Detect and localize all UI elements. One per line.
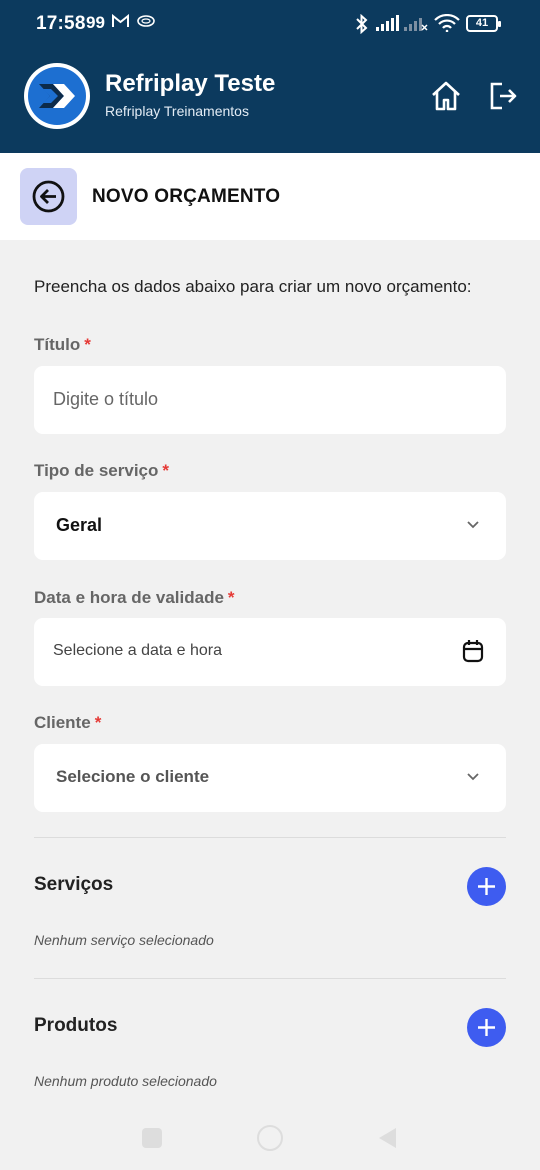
divider	[34, 837, 506, 838]
add-servico-button[interactable]	[467, 867, 506, 906]
validade-placeholder: Selecione a data e hora	[53, 642, 223, 659]
page-title: NOVO ORÇAMENTO	[92, 186, 281, 207]
tipo-value: Geral	[56, 515, 103, 535]
recents-button[interactable]	[142, 1128, 162, 1148]
plus-icon	[478, 1019, 495, 1036]
servicos-title: Serviços	[34, 874, 114, 895]
cliente-select[interactable]: Selecione o cliente	[34, 744, 506, 812]
required-mark: *	[84, 335, 91, 354]
servicos-empty: Nenhum serviço selecionado	[34, 932, 214, 948]
home-nav-button[interactable]	[257, 1125, 283, 1151]
add-produto-button[interactable]	[467, 1008, 506, 1047]
tipo-label: Tipo de serviço *	[34, 461, 169, 481]
signal-2-icon	[403, 14, 429, 37]
logout-icon	[490, 82, 517, 110]
cliente-label-text: Cliente	[34, 713, 91, 732]
produtos-title: Produtos	[34, 1015, 118, 1036]
cliente-placeholder: Selecione o cliente	[56, 767, 210, 786]
app-logo	[24, 63, 90, 129]
produtos-empty: Nenhum produto selecionado	[34, 1073, 217, 1089]
form-intro: Preencha os dados abaixo para criar um n…	[34, 277, 472, 296]
back-button[interactable]	[20, 168, 77, 225]
titulo-placeholder: Digite o título	[53, 389, 159, 409]
tipo-label-text: Tipo de serviço	[34, 461, 159, 480]
titulo-label-text: Título	[34, 335, 81, 354]
app-title: Refriplay Teste	[105, 70, 276, 97]
calendar-icon	[462, 640, 484, 663]
divider	[34, 978, 506, 979]
plus-icon	[478, 878, 495, 895]
titulo-label: Título *	[34, 335, 91, 355]
signal-icon	[375, 14, 401, 37]
bluetooth-icon	[355, 13, 369, 39]
status-extra: 99	[86, 13, 105, 32]
required-mark: *	[162, 461, 170, 480]
cliente-label: Cliente *	[34, 713, 101, 733]
validade-label: Data e hora de validade *	[34, 588, 235, 608]
home-button[interactable]	[428, 78, 464, 114]
logout-button[interactable]	[485, 78, 521, 114]
chevron-down-icon	[467, 521, 479, 529]
notification-icon	[137, 14, 155, 33]
back-nav-button[interactable]	[378, 1127, 398, 1149]
validade-label-text: Data e hora de validade	[34, 588, 224, 607]
gmail-icon	[112, 13, 129, 33]
battery-level: 41	[475, 17, 489, 29]
app-header: Refriplay Teste Refriplay Treinamentos	[0, 48, 540, 153]
app-subtitle: Refriplay Treinamentos	[105, 103, 249, 119]
required-mark: *	[227, 588, 235, 607]
back-arrow-icon	[32, 180, 65, 213]
chevron-down-icon	[467, 773, 479, 781]
home-icon	[432, 81, 460, 111]
battery-indicator: 41	[466, 15, 501, 32]
logo-mark	[28, 67, 86, 125]
tipo-select[interactable]: Geral	[34, 492, 506, 560]
status-bar: 17:58 99 41	[0, 0, 540, 48]
system-nav-bar	[0, 1118, 540, 1170]
validade-picker[interactable]: Selecione a data e hora	[34, 618, 506, 686]
titulo-input[interactable]: Digite o título	[34, 366, 506, 434]
wifi-icon	[434, 13, 460, 37]
page-header: NOVO ORÇAMENTO	[0, 153, 540, 240]
status-time: 17:58	[36, 13, 86, 34]
required-mark: *	[94, 713, 102, 732]
